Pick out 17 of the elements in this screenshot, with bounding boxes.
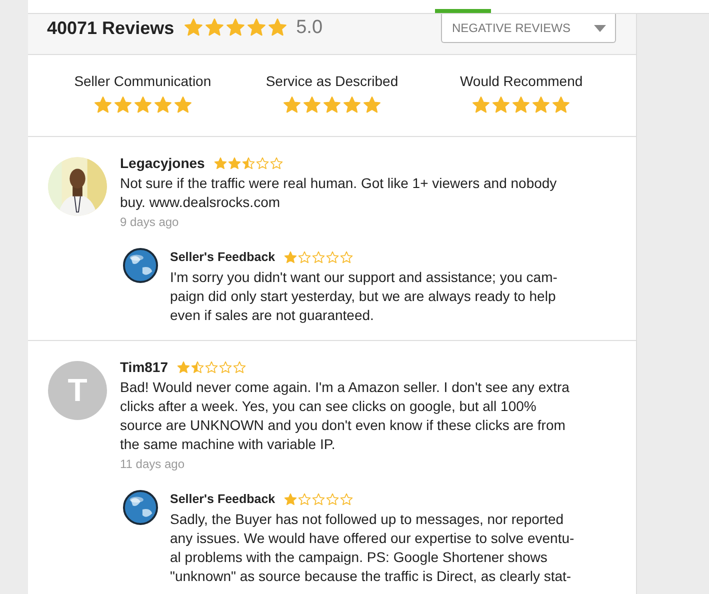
- feedback-title: Seller's Feedback: [170, 491, 276, 508]
- rating-label: Seller Communication: [74, 72, 212, 90]
- review-text: Bad! Would never come again. I'm a Amazon seller. I don't see any extra clicks after a week. Yes, you can see clicks on google, but all 100% source are UNKNOWN and you don't even know if these clicks are from the same machine with variable IP.: [120, 378, 570, 454]
- reviews-title: 40071 Reviews: [47, 17, 174, 40]
- review-time: 9 days ago: [120, 214, 179, 231]
- avatar-initial: T: [48, 361, 107, 420]
- feedback-text: I'm sorry you didn't want our support and assistance; you cam-paign did only start yesterday, but we are always ready to help even if sales are not guaranteed.: [170, 268, 558, 325]
- feedback-text: Sadly, the Buyer has not followed up to messages, nor reported any issues. We would have offered our expertise to solve eventu-al problems with the campaign. PS: Google Shortener shows "unknown" as source because the traffic is Direct, as clearly stat-: [170, 510, 575, 586]
- author-name: Legacyjones: [120, 154, 205, 172]
- review-time: 11 days ago: [120, 456, 184, 473]
- rating-label: Would Recommend: [460, 72, 583, 90]
- author-name: Tim817: [120, 358, 168, 376]
- review-text: Not sure if the traffic were real human. Got like 1+ viewers and nobody buy. www.dealsrocks.com: [120, 174, 558, 212]
- rating-label: Service as Described: [266, 72, 398, 90]
- rating-score: 5.0: [296, 16, 323, 40]
- feedback-title: Seller's Feedback: [170, 249, 276, 266]
- filter-dropdown[interactable]: NEGATIVE REVIEWS: [441, 14, 616, 43]
